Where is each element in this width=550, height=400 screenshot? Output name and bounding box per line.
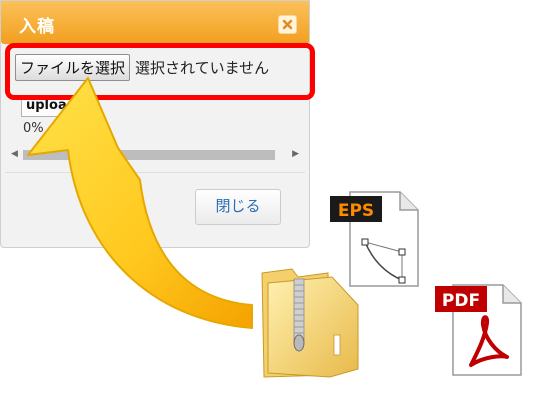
pdf-file-icon: PDF — [435, 283, 530, 387]
pdf-label: PDF — [442, 291, 480, 311]
zip-folder-icon — [258, 265, 363, 384]
eps-label: EPS — [338, 201, 374, 221]
